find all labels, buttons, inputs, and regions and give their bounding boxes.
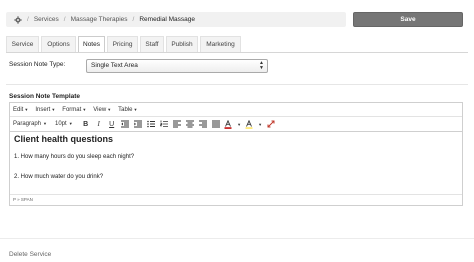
- align-center-icon[interactable]: [185, 119, 195, 129]
- fullscreen-icon[interactable]: [266, 119, 276, 129]
- tab-publish[interactable]: Publish: [166, 36, 198, 52]
- content-line-2: 2. How much water do you drink?: [14, 174, 104, 180]
- editor-toolbar: Paragraph ▼ 10pt ▼ B I U ▼ ▼: [10, 117, 462, 132]
- tab-notes[interactable]: Notes: [78, 36, 105, 52]
- indent-icon[interactable]: [133, 119, 143, 129]
- tab-staff[interactable]: Staff: [140, 36, 164, 52]
- editor-menubar: Edit▼ Insert▼ Format▼ View▼ Table▼: [10, 103, 462, 117]
- breadcrumb-separator: /: [63, 16, 66, 23]
- block-format-dropdown[interactable]: Paragraph ▼: [13, 121, 47, 127]
- delete-service-link[interactable]: Delete Service: [9, 251, 51, 258]
- save-button[interactable]: Save: [353, 12, 463, 27]
- menu-edit[interactable]: Edit▼: [13, 107, 28, 113]
- bold-icon[interactable]: B: [81, 119, 91, 129]
- tab-divider: [6, 52, 468, 53]
- gear-icon[interactable]: [14, 15, 22, 24]
- menu-format[interactable]: Format▼: [62, 107, 86, 113]
- breadcrumb: / Services / Massage Therapies / Remedia…: [6, 12, 346, 27]
- session-note-type-value: Single Text Area: [91, 62, 138, 69]
- align-left-icon[interactable]: [172, 119, 182, 129]
- tab-bar: Service Options Notes Pricing Staff Publ…: [6, 36, 243, 52]
- select-arrows-icon: ▲ ▼: [259, 60, 264, 71]
- content-line-1: 1. How many hours do you sleep each nigh…: [14, 154, 135, 160]
- numbered-list-icon[interactable]: [159, 119, 169, 129]
- menu-view[interactable]: View▼: [93, 107, 111, 113]
- breadcrumb-separator: /: [27, 16, 29, 23]
- italic-icon[interactable]: I: [94, 119, 104, 129]
- highlight-icon[interactable]: [245, 119, 255, 129]
- tab-marketing[interactable]: Marketing: [200, 36, 241, 52]
- footer-divider: [0, 238, 474, 239]
- rich-text-editor: Edit▼ Insert▼ Format▼ View▼ Table▼ Parag…: [9, 102, 463, 206]
- editor-statusbar: P » SPAN: [10, 194, 462, 205]
- outdent-icon[interactable]: [120, 119, 130, 129]
- tab-pricing[interactable]: Pricing: [107, 36, 138, 52]
- section-divider: [6, 84, 468, 85]
- tab-options[interactable]: Options: [41, 36, 76, 52]
- align-justify-icon[interactable]: [211, 119, 221, 129]
- editor-content[interactable]: Client health questions 1. How many hour…: [10, 132, 462, 194]
- session-note-type-select[interactable]: Single Text Area ▲ ▼: [86, 59, 268, 73]
- bullet-list-icon[interactable]: [146, 119, 156, 129]
- template-label: Session Note Template: [9, 93, 81, 100]
- text-color-dropdown-icon[interactable]: ▼: [237, 119, 242, 129]
- underline-icon[interactable]: U: [107, 119, 117, 129]
- tab-service[interactable]: Service: [6, 36, 39, 52]
- menu-insert[interactable]: Insert▼: [35, 107, 55, 113]
- menu-table[interactable]: Table▼: [118, 107, 137, 113]
- content-heading: Client health questions: [14, 134, 114, 144]
- breadcrumb-remedial-massage: Remedial Massage: [139, 16, 195, 23]
- breadcrumb-separator: /: [132, 16, 135, 23]
- text-color-icon[interactable]: [224, 119, 234, 129]
- session-note-type-label: Session Note Type:: [9, 61, 66, 68]
- breadcrumb-massage-therapies[interactable]: Massage Therapies: [71, 16, 128, 23]
- font-size-dropdown[interactable]: 10pt ▼: [55, 121, 73, 127]
- breadcrumb-services[interactable]: Services: [34, 16, 59, 23]
- highlight-dropdown-icon[interactable]: ▼: [258, 119, 263, 129]
- align-right-icon[interactable]: [198, 119, 208, 129]
